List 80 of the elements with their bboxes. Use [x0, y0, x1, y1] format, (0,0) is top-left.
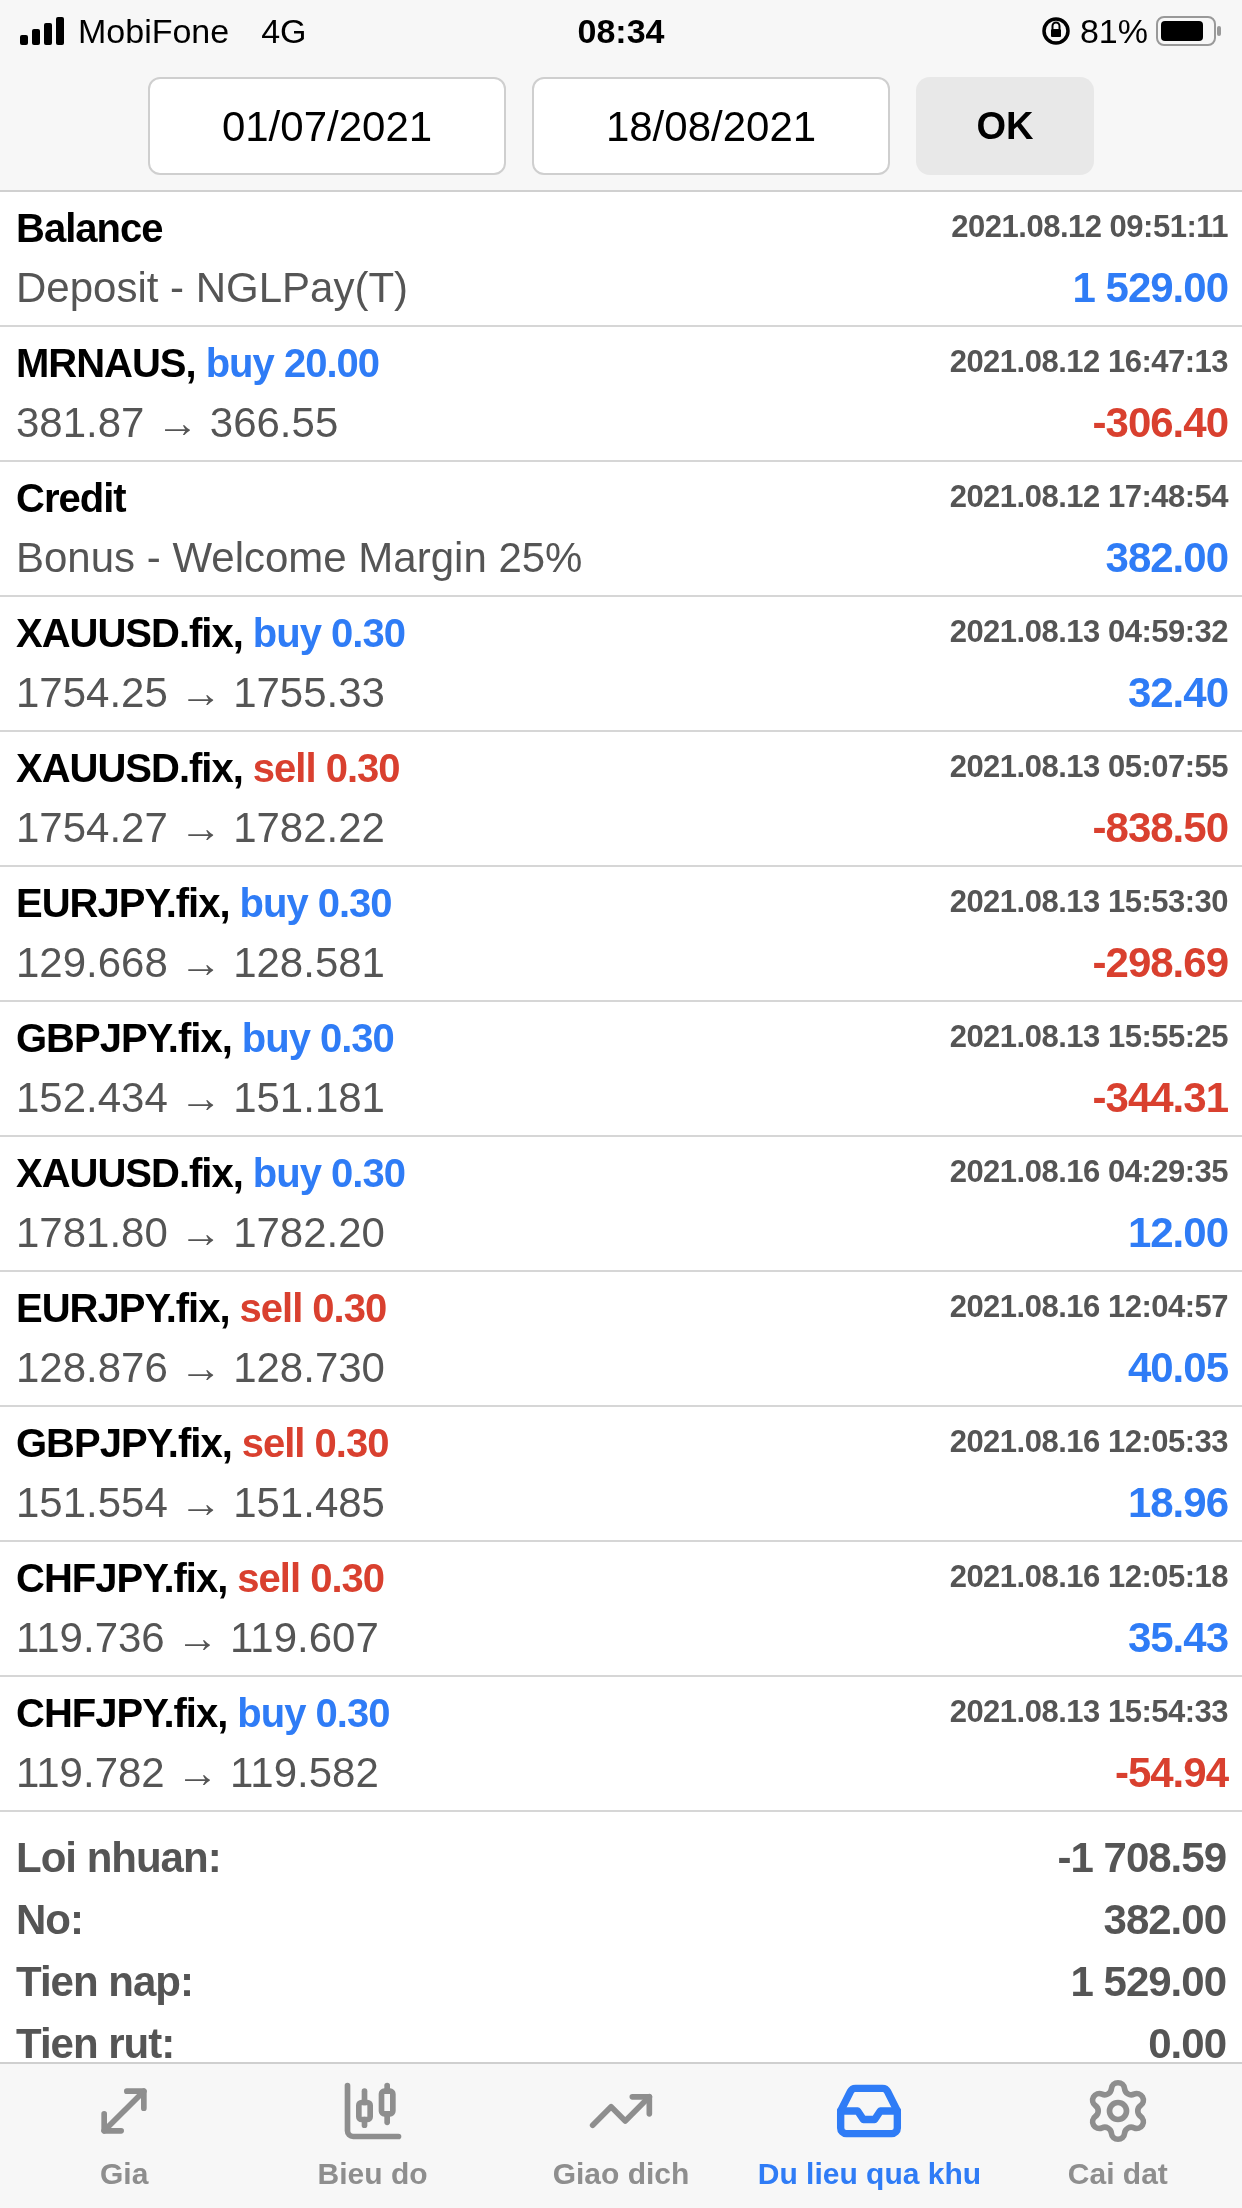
timestamp: 2021.08.16 12:05:33	[949, 1423, 1228, 1462]
symbol: GBPJPY.fix,	[16, 1419, 232, 1467]
record-detail: 1754.25 → 1755.33	[16, 668, 385, 718]
timestamp: 2021.08.12 09:51:11	[951, 208, 1228, 247]
symbol: XAUUSD.fix,	[16, 744, 243, 792]
record-detail: 381.87 → 366.55	[16, 398, 339, 448]
record-detail: 119.736 → 119.607	[16, 1613, 379, 1663]
amount: 382.00	[1105, 533, 1228, 583]
record-detail: 119.782 → 119.582	[16, 1748, 379, 1798]
end-date-field[interactable]: 18/08/2021	[532, 77, 890, 175]
battery-percent: 81%	[1079, 10, 1148, 52]
record-detail: 128.876 → 128.730	[16, 1343, 385, 1393]
record-detail: 1754.27 → 1782.22	[16, 803, 385, 853]
carrier-name: MobiFone	[78, 10, 230, 52]
network-type: 4G	[261, 10, 307, 52]
record-type: Credit	[16, 474, 126, 522]
rotation-lock-icon	[1039, 15, 1072, 47]
amount: 12.00	[1127, 1208, 1228, 1258]
timestamp: 2021.08.13 15:53:30	[949, 883, 1228, 922]
trade-volume: buy 0.30	[252, 1149, 405, 1197]
amount: -298.69	[1092, 938, 1228, 988]
symbol: XAUUSD.fix,	[16, 1149, 243, 1197]
amount: 18.96	[1127, 1478, 1228, 1528]
symbol: EURJPY.fix,	[16, 879, 230, 927]
tab[interactable]: Gia	[0, 2064, 249, 2208]
summary-value: 1 529.00	[1070, 1956, 1226, 2007]
amount: -306.40	[1092, 398, 1228, 448]
symbol: GBPJPY.fix,	[16, 1014, 232, 1062]
summary-value: 0.00	[1148, 2018, 1226, 2062]
amount: 32.40	[1127, 668, 1228, 718]
tab[interactable]: Du lieu qua khu	[745, 2064, 994, 2208]
trade-volume: sell 0.30	[237, 1554, 384, 1602]
symbol: CHFJPY.fix,	[16, 1689, 228, 1737]
timestamp: 2021.08.16 12:04:57	[949, 1288, 1228, 1327]
ok-button[interactable]: OK	[916, 77, 1094, 175]
symbol: MRNAUS,	[16, 339, 196, 387]
summary-value: 382.00	[1103, 1894, 1226, 1945]
record-detail: 1781.80 → 1782.20	[16, 1208, 385, 1258]
amount: -54.94	[1114, 1748, 1228, 1798]
timestamp: 2021.08.16 12:05:18	[949, 1558, 1228, 1597]
summary-label: Loi nhuan:	[16, 1832, 221, 1883]
summary-label: Tien rut:	[16, 2018, 175, 2062]
timestamp: 2021.08.13 15:55:25	[949, 1018, 1228, 1057]
summary-label: Tien nap:	[16, 1956, 193, 2007]
trade-volume: buy 0.30	[252, 609, 405, 657]
timestamp: 2021.08.12 16:47:13	[949, 343, 1228, 382]
timestamp: 2021.08.13 05:07:55	[949, 748, 1228, 787]
trade-volume: sell 0.30	[239, 1284, 387, 1332]
record-detail: Bonus - Welcome Margin 25%	[16, 533, 583, 583]
battery-icon	[1156, 15, 1222, 47]
timestamp: 2021.08.12 17:48:54	[949, 478, 1228, 517]
timestamp: 2021.08.13 15:54:33	[949, 1693, 1228, 1732]
clock: 08:34	[577, 10, 665, 52]
timestamp: 2021.08.13 04:59:32	[949, 613, 1228, 652]
record-detail: 151.554 → 151.485	[16, 1478, 385, 1528]
symbol: CHFJPY.fix,	[16, 1554, 228, 1602]
amount: 35.43	[1127, 1613, 1228, 1663]
amount: -344.31	[1092, 1073, 1228, 1123]
record-type: Balance	[16, 204, 163, 252]
record-detail: 129.668 → 128.581	[16, 938, 385, 988]
amount: -838.50	[1092, 803, 1228, 853]
start-date-field[interactable]: 01/07/2021	[148, 77, 506, 175]
timestamp: 2021.08.16 04:29:35	[949, 1153, 1228, 1192]
trade-volume: sell 0.30	[241, 1419, 389, 1467]
amount: 40.05	[1127, 1343, 1228, 1393]
amount: 1 529.00	[1072, 263, 1228, 313]
symbol: EURJPY.fix,	[16, 1284, 230, 1332]
tab[interactable]: Cai dat	[993, 2064, 1242, 2208]
record-detail: 152.434 → 151.181	[16, 1073, 385, 1123]
summary-value: -1 708.59	[1057, 1832, 1226, 1883]
tab[interactable]: Bieu do	[248, 2064, 497, 2208]
symbol: XAUUSD.fix,	[16, 609, 243, 657]
trade-volume: buy 0.30	[239, 879, 392, 927]
trade-volume: buy 0.30	[241, 1014, 394, 1062]
summary-label: No:	[16, 1894, 83, 1945]
trade-volume: buy 0.30	[237, 1689, 390, 1737]
tab[interactable]: Giao dich	[496, 2064, 746, 2208]
trade-volume: sell 0.30	[252, 744, 400, 792]
record-detail: Deposit - NGLPay(T)	[16, 263, 409, 313]
trade-volume: buy 20.00	[205, 339, 379, 387]
